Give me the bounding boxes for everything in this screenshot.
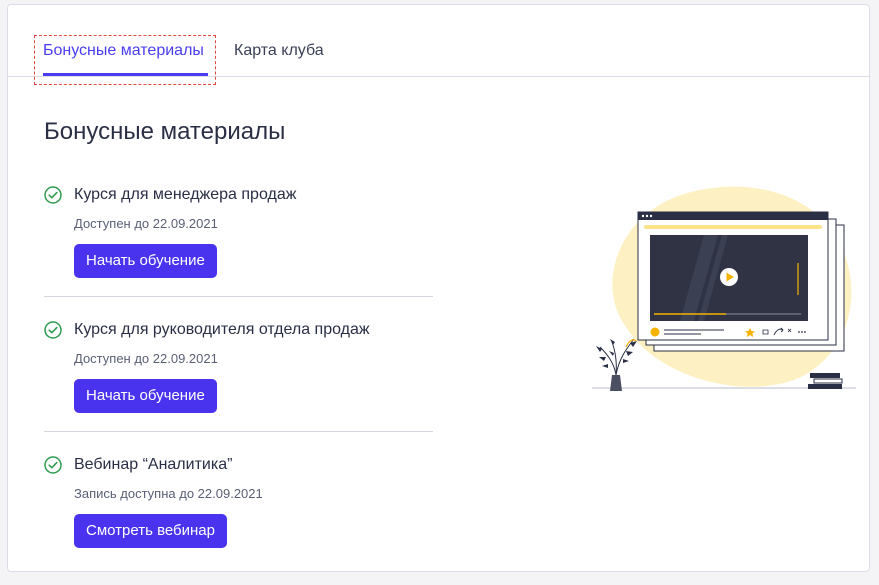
tab-bar: Бонусные материалы Карта клуба [8, 5, 869, 85]
divider [44, 296, 433, 297]
item-header: Вебинар “Аналитика” [44, 454, 232, 476]
bonus-materials-card: Бонусные материалы Карта клуба Бонусные … [7, 4, 870, 572]
divider [44, 431, 433, 432]
check-circle-icon [44, 321, 62, 339]
check-circle-icon [44, 186, 62, 204]
item-availability: Доступен до 22.09.2021 [74, 351, 218, 366]
watch-webinar-button[interactable]: Смотреть вебинар [74, 514, 227, 548]
item-title: Курся для руководителя отдела продаж [74, 321, 370, 338]
tab-bonus-materials[interactable]: Бонусные материалы [43, 41, 204, 61]
item-header: Курся для руководителя отдела продаж [44, 319, 370, 341]
tab-active-underline [43, 73, 208, 76]
start-learning-button[interactable]: Начать обучение [74, 244, 217, 278]
start-learning-button[interactable]: Начать обучение [74, 379, 217, 413]
item-title: Курся для менеджера продаж [74, 186, 297, 203]
item-header: Курся для менеджера продаж [44, 184, 296, 206]
page-title: Бонусные материалы [44, 118, 286, 145]
video-course-illustration [592, 186, 856, 391]
item-availability: Запись доступна до 22.09.2021 [74, 486, 263, 501]
item-title: Вебинар “Аналитика” [74, 456, 233, 473]
tab-club-card[interactable]: Карта клуба [234, 41, 324, 61]
check-circle-icon [44, 456, 62, 474]
item-availability: Доступен до 22.09.2021 [74, 216, 218, 231]
